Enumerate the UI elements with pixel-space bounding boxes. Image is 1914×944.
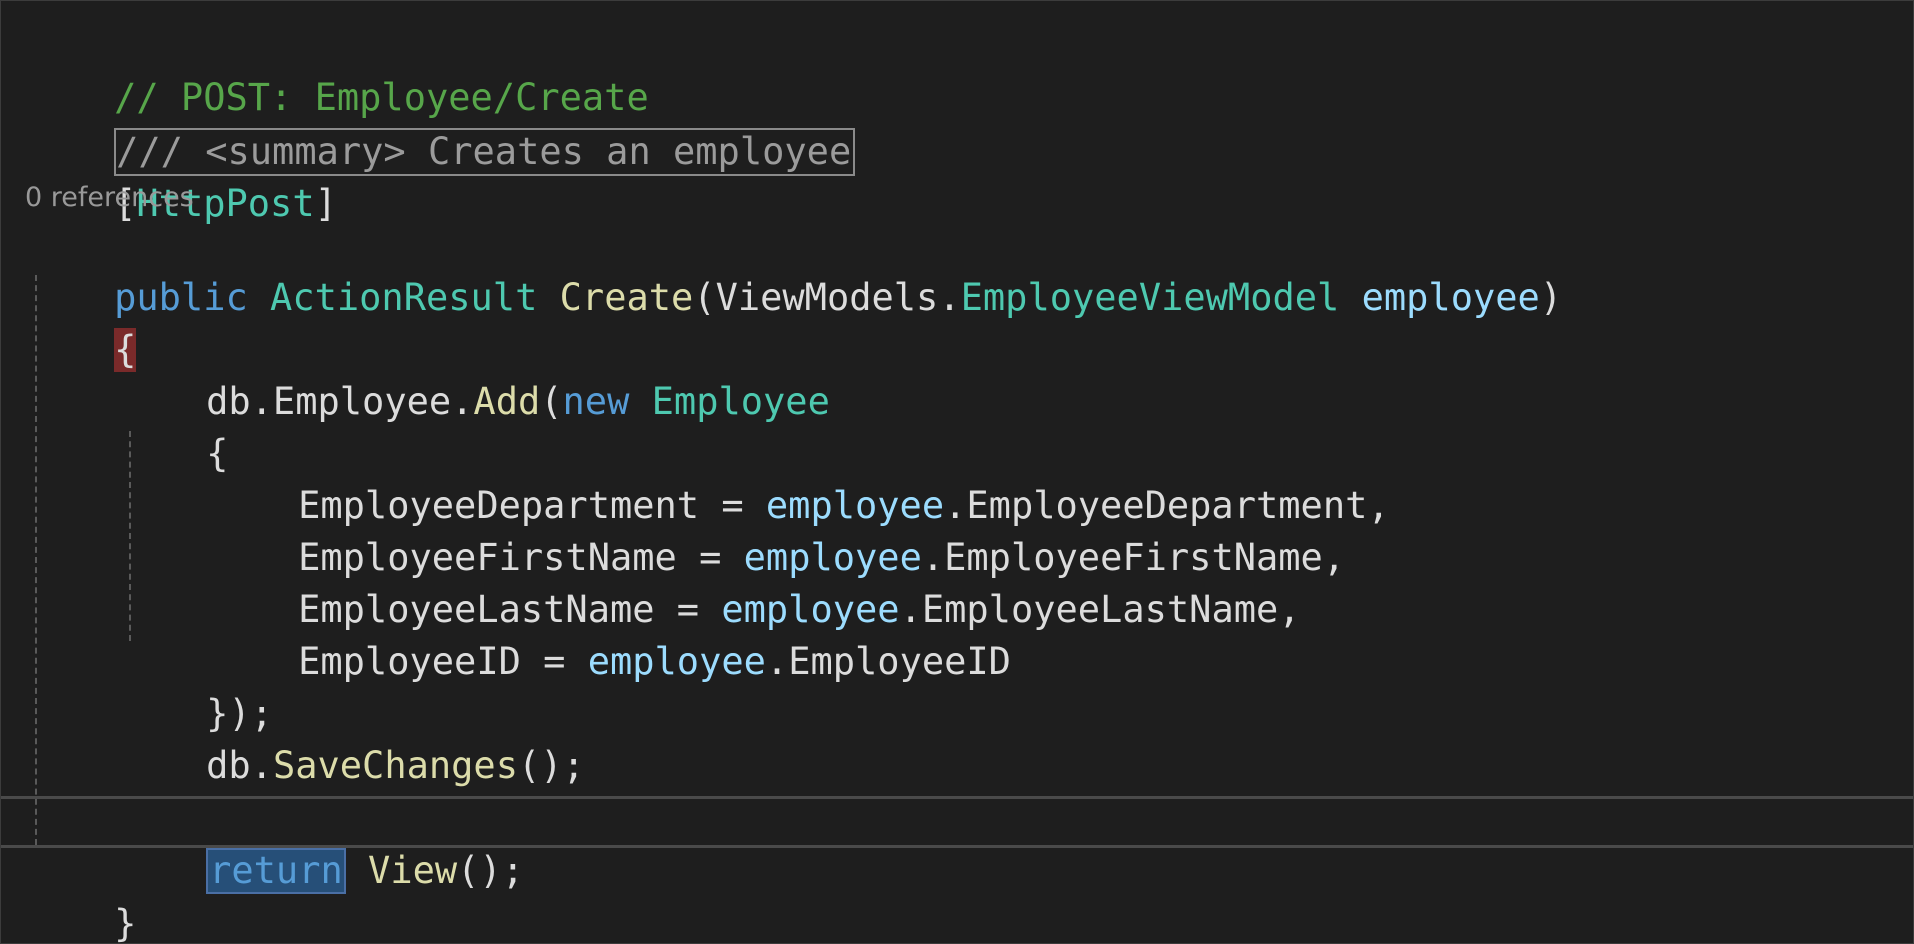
add-method: Add bbox=[473, 380, 541, 423]
db-employee: db.Employee. bbox=[206, 380, 474, 423]
code-line-initializer-close[interactable]: }); bbox=[117, 639, 273, 735]
code-line-add[interactable]: db.Employee.Add(new Employee bbox=[117, 327, 830, 423]
code-line-doc-summary[interactable]: /// <summary> Creates an employee bbox=[25, 77, 856, 176]
code-line-assign-lastname[interactable]: EmployeeLastName = employee.EmployeeLast… bbox=[209, 535, 1300, 631]
db-prefix: db. bbox=[206, 744, 273, 787]
code-line-assign-id[interactable]: EmployeeID = employee.EmployeeID bbox=[209, 587, 1011, 683]
assign-rhs: .EmployeeID bbox=[765, 640, 1011, 683]
view-method: View bbox=[368, 849, 458, 892]
code-line-assign-firstname[interactable]: EmployeeFirstName = employee.EmployeeFir… bbox=[209, 483, 1345, 579]
code-editor[interactable]: // POST: Employee/Create /// <summary> C… bbox=[0, 0, 1914, 944]
call-suffix: (); bbox=[517, 744, 585, 787]
code-line-open-brace[interactable]: { bbox=[25, 275, 137, 372]
paren-open: ( bbox=[693, 276, 716, 319]
return-type: ActionResult bbox=[270, 276, 538, 319]
call-suffix: (); bbox=[457, 849, 524, 892]
method-close-brace: } bbox=[114, 902, 137, 944]
code-line-comment[interactable]: // POST: Employee/Create bbox=[25, 23, 649, 119]
keyword-return-highlighted: return bbox=[206, 848, 346, 894]
paren-open: ( bbox=[540, 380, 563, 423]
savechanges-method: SaveChanges bbox=[272, 744, 518, 787]
paren-close: ) bbox=[1539, 276, 1563, 319]
code-line-initializer-open[interactable]: { bbox=[117, 379, 228, 475]
code-line-attribute[interactable]: [HttpPost] bbox=[25, 129, 337, 225]
method-name: Create bbox=[559, 276, 694, 319]
code-line-close-brace[interactable]: } bbox=[25, 849, 136, 943]
namespace: ViewModels. bbox=[715, 276, 961, 319]
code-line-assign-department[interactable]: EmployeeDepartment = employee.EmployeeDe… bbox=[209, 431, 1390, 527]
keyword-new: new bbox=[562, 380, 630, 423]
code-line-return[interactable]: return View(); bbox=[117, 796, 524, 894]
employee-param-ref: employee bbox=[587, 640, 766, 683]
param-type: EmployeeViewModel bbox=[960, 276, 1340, 319]
type-employee: Employee bbox=[651, 380, 830, 423]
attribute-close-bracket: ] bbox=[314, 182, 337, 225]
code-line-method-signature[interactable]: public ActionResult Create(ViewModels.Em… bbox=[25, 223, 1562, 319]
assign-lhs: EmployeeID = bbox=[298, 640, 588, 683]
param-name: employee bbox=[1361, 276, 1540, 319]
code-lens-references[interactable]: 0 references bbox=[25, 181, 194, 215]
code-line-savechanges[interactable]: db.SaveChanges(); bbox=[117, 691, 585, 787]
